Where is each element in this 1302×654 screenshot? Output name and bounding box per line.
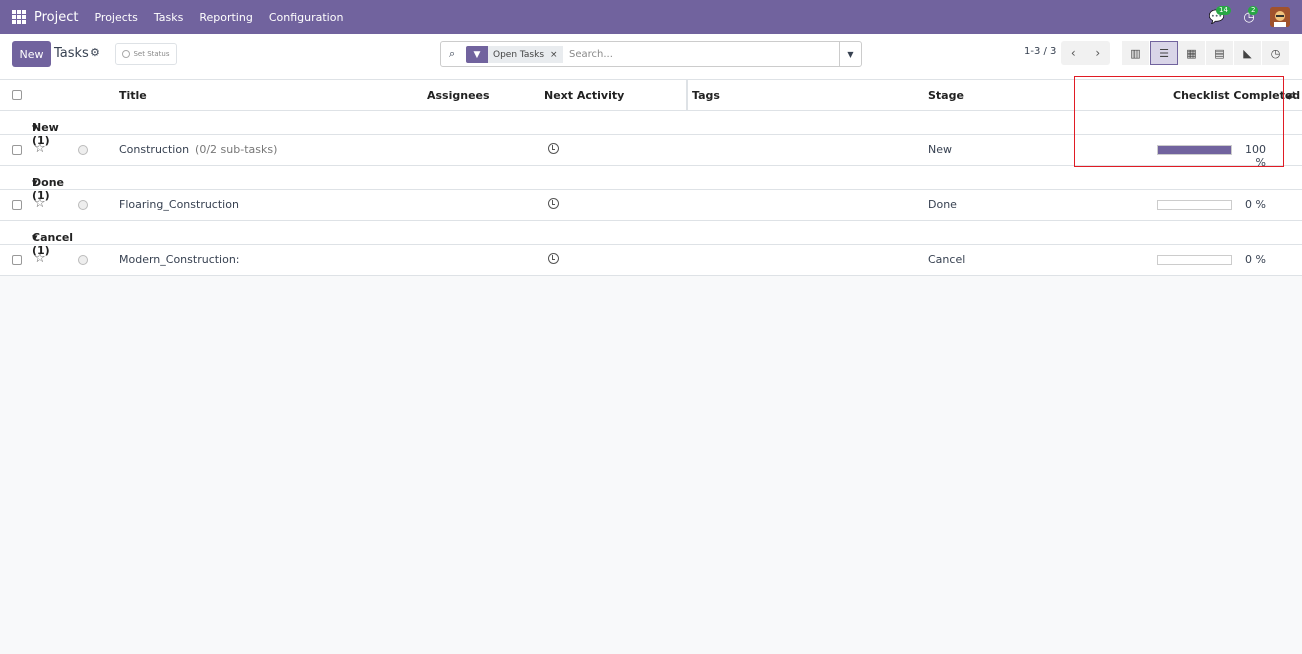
top-navbar: Project Projects Tasks Reporting Configu… [0,0,1302,34]
page-title: Tasks [54,46,89,61]
status-circle-icon [122,50,131,58]
menu-item-tasks[interactable]: Tasks [154,11,183,24]
remove-facet-icon[interactable]: × [550,50,558,60]
pivot-view-icon[interactable]: ▤ [1206,41,1234,65]
checklist-percent: 0 % [1245,198,1266,211]
filter-facet-label: Open Tasks [493,49,545,60]
activity-view-icon[interactable]: ◷ [1262,41,1290,65]
calendar-view-icon[interactable]: ▦ [1178,41,1206,65]
column-title[interactable]: Title [119,89,147,102]
clock-icon[interactable] [548,198,559,209]
optional-columns-icon[interactable]: ⇄ [1287,89,1296,102]
list-view-icon[interactable]: ☰ [1150,41,1178,65]
star-icon[interactable]: ☆ [34,196,46,211]
task-title: Floaring_Construction [119,198,239,211]
column-next-activity[interactable]: Next Activity [544,89,624,102]
column-resize-handle[interactable] [686,80,688,111]
main-menu: Projects Tasks Reporting Configuration [86,11,351,24]
user-avatar[interactable] [1270,7,1290,27]
control-panel: New Tasks ⚙ Set Status ⌕ ▼ Open Tasks × ▼… [0,34,1302,80]
messages-icon[interactable]: 💬 14 [1206,6,1231,28]
gear-icon[interactable]: ⚙ [90,46,100,59]
pager-next-icon[interactable]: › [1086,41,1111,65]
task-title: Construction [119,143,190,156]
column-tags[interactable]: Tags [692,89,720,102]
star-icon[interactable]: ☆ [34,141,46,156]
column-stage[interactable]: Stage [928,89,964,102]
star-icon[interactable]: ☆ [34,251,46,266]
column-assignees[interactable]: Assignees [427,89,490,102]
search-input[interactable] [569,46,829,63]
activities-icon[interactable]: ◷ 2 [1238,6,1260,28]
set-status-button[interactable]: Set Status [115,43,177,65]
row-checkbox[interactable] [12,255,22,265]
filter-icon: ▼ [466,46,488,63]
apps-menu-icon[interactable] [12,10,26,24]
pager-value[interactable]: 1-3 / 3 [1024,46,1056,57]
new-button[interactable]: New [12,41,51,67]
group-header-cancel[interactable]: ▾ Cancel (1) [0,221,1302,257]
pager-previous-icon[interactable]: ‹ [1061,41,1086,65]
pager-buttons: ‹ › [1061,41,1110,65]
row-checkbox[interactable] [12,200,22,210]
status-circle-icon[interactable] [78,255,88,265]
navbar-systray: 💬 14 ◷ 2 [1196,0,1290,34]
messages-badge: 14 [1216,6,1231,15]
graph-view-icon[interactable]: ◣ [1234,41,1262,65]
group-header-done[interactable]: ▾ Done (1) [0,166,1302,202]
highlight-box [1074,76,1284,167]
kanban-view-icon[interactable]: ▥ [1122,41,1150,65]
select-all-checkbox[interactable] [12,90,22,100]
status-circle-icon[interactable] [78,200,88,210]
table-row[interactable]: ☆ Floaring_Construction Done 0 % [0,190,1302,221]
view-switcher: ▥ ☰ ▦ ▤ ◣ ◷ [1122,41,1290,65]
search-options-toggle[interactable]: ▼ [839,42,861,66]
subtask-count: (0/2 sub-tasks) [195,143,278,156]
search-icon: ⌕ [449,47,456,60]
checklist-percent: 0 % [1245,253,1266,266]
status-circle-icon[interactable] [78,145,88,155]
task-stage: Cancel [928,253,966,266]
task-stage: Done [928,198,957,211]
clock-icon[interactable] [548,253,559,264]
checklist-progress-bar [1157,200,1232,210]
row-checkbox[interactable] [12,145,22,155]
menu-item-reporting[interactable]: Reporting [199,11,252,24]
task-title: Modern_Construction: [119,253,240,266]
task-stage: New [928,143,952,156]
menu-item-projects[interactable]: Projects [94,11,137,24]
search-bar: ⌕ ▼ Open Tasks × ▼ [440,41,862,67]
filter-facet: ▼ Open Tasks × [466,46,563,63]
set-status-label: Set Status [133,50,170,58]
clock-icon[interactable] [548,143,559,154]
activities-badge: 2 [1248,6,1259,15]
checklist-progress-bar [1157,255,1232,265]
app-name[interactable]: Project [34,10,78,25]
menu-item-configuration[interactable]: Configuration [269,11,344,24]
table-row[interactable]: ☆ Modern_Construction: Cancel 0 % [0,245,1302,276]
